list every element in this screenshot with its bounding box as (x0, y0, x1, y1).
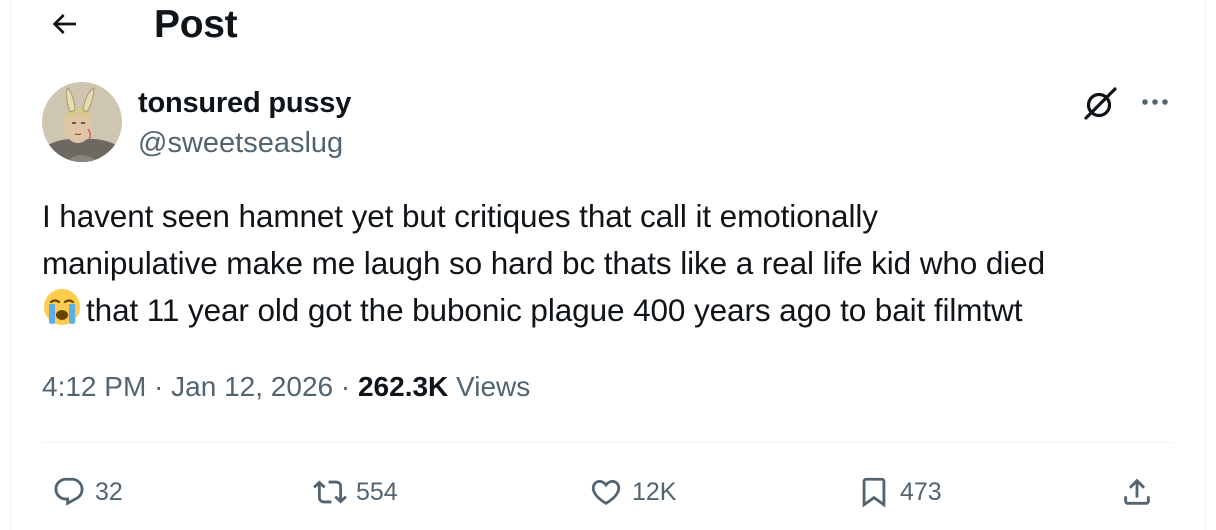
grok-button[interactable] (1078, 82, 1122, 126)
like-button[interactable]: 12K (589, 470, 676, 514)
divider (42, 442, 1173, 443)
more-horizontal-icon (1142, 99, 1168, 105)
retweet-icon (313, 480, 347, 504)
page-title: Post (154, 3, 238, 46)
like-icon (591, 479, 621, 505)
retweet-count: 554 (356, 477, 398, 506)
views-count[interactable]: 262.3K (358, 371, 448, 402)
frame-border-right (1205, 0, 1206, 530)
bookmark-button[interactable]: 473 (857, 470, 942, 514)
reply-button[interactable]: 32 (52, 470, 123, 514)
arrow-left-icon (52, 14, 76, 34)
reply-icon (54, 477, 84, 506)
avatar[interactable] (42, 82, 122, 162)
avatar-monk-with-bunny-ears-icon (42, 82, 122, 162)
reply-count: 32 (95, 477, 123, 506)
bookmark-icon (862, 477, 886, 508)
tweet-text-line: I havent seen hamnet yet but critiques t… (42, 198, 878, 234)
post-time[interactable]: 4:12 PM (42, 371, 146, 402)
share-button[interactable] (1120, 470, 1154, 514)
bookmark-count: 473 (900, 477, 942, 506)
tweet-text-line-3: that 11 year old got the bubonic plague … (86, 292, 1023, 328)
frame-border-left (10, 0, 11, 530)
share-icon (1124, 478, 1150, 505)
like-count: 12K (632, 477, 677, 506)
grok-icon (1084, 87, 1117, 120)
post-date[interactable]: Jan 12, 2026 (171, 371, 333, 402)
meta-separator: · (146, 371, 172, 402)
author-handle[interactable]: @sweetseaslug (138, 126, 343, 160)
tweet-text: I havent seen hamnet yet but critiques t… (42, 193, 1192, 334)
retweet-button[interactable]: 554 (313, 470, 398, 514)
author-display-name[interactable]: tonsured pussy (138, 86, 351, 120)
more-options-button[interactable] (1133, 84, 1177, 120)
back-button[interactable] (42, 4, 86, 44)
meta-separator: · (333, 371, 358, 402)
tweet-meta: 4:12 PM · Jan 12, 2026 · 262.3K Views (42, 369, 530, 405)
tweet-text-line: that 11 year old got the bubonic plague … (42, 287, 1192, 334)
views-label: Views (448, 371, 531, 402)
loudly-crying-face-emoji-icon (44, 289, 80, 325)
page-header: Post (0, 0, 1216, 52)
tweet-text-line: manipulative make me laugh so hard bc th… (42, 245, 1045, 281)
